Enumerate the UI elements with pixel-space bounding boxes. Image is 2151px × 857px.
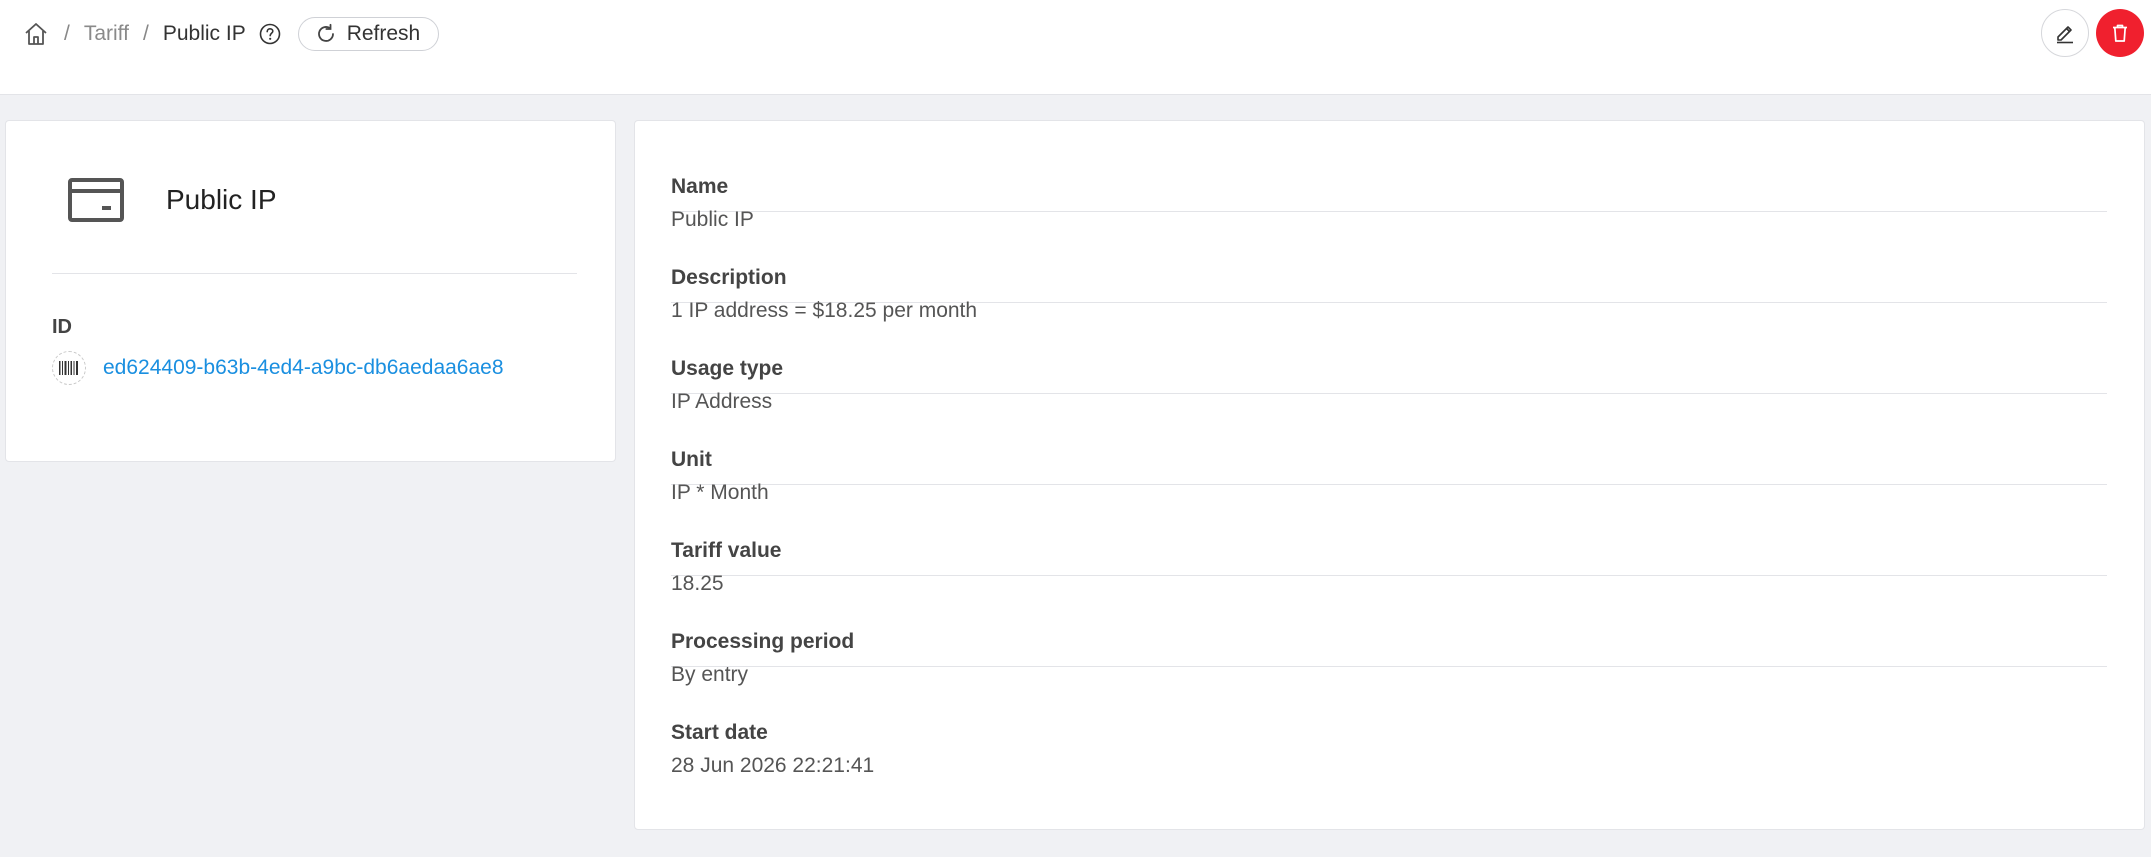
summary-divider [52,273,577,274]
barcode-icon [52,351,86,385]
id-label: ID [52,316,72,338]
summary-header: Public IP [52,166,577,234]
field-name: Name Public IP [671,121,2107,231]
edit-button[interactable] [2041,9,2089,57]
field-value: 28 Jun 2026 22:21:41 [671,754,875,777]
field-label: Unit [671,448,712,471]
breadcrumb-separator: / [142,22,149,45]
details-card: Name Public IP Description 1 IP address … [634,120,2145,830]
home-icon[interactable] [22,20,50,48]
summary-card: Public IP ID ed624409-b63b-4ed4-a9bc-db6… [5,120,616,462]
refresh-icon [315,23,337,45]
field-label: Start date [671,721,768,744]
summary-title: Public IP [166,184,277,215]
breadcrumb-tariff-link[interactable]: Tariff [84,22,129,46]
field-tariff-value: Tariff value 18.25 [671,485,2107,595]
trash-icon [2109,22,2131,44]
page-header: / Tariff / Public IP Refresh [0,0,2151,95]
id-value-link[interactable]: ed624409-b63b-4ed4-a9bc-db6aedaa6ae8 [103,356,504,380]
field-usage-type: Usage type IP Address [671,303,2107,413]
field-start-date: Start date 28 Jun 2026 22:21:41 [671,667,2107,777]
breadcrumb-current: Public IP [162,22,246,45]
field-description: Description 1 IP address = $18.25 per mo… [671,212,2107,322]
refresh-button[interactable]: Refresh [297,17,440,51]
field-label: Usage type [671,357,784,380]
field-label: Tariff value [671,539,782,562]
id-row: ed624409-b63b-4ed4-a9bc-db6aedaa6ae8 [52,351,504,385]
field-label: Description [671,266,787,289]
field-label: Processing period [671,630,855,653]
field-label: Name [671,175,729,198]
pencil-icon [2054,22,2076,44]
breadcrumb-separator: / [64,22,70,45]
refresh-button-label: Refresh [346,22,421,45]
breadcrumb: / Tariff / Public IP Refresh [22,16,440,52]
field-unit: Unit IP * Month [671,394,2107,504]
field-processing-period: Processing period By entry [671,576,2107,686]
credit-card-icon [66,175,126,225]
delete-button[interactable] [2096,9,2144,57]
question-circle-icon[interactable] [258,22,282,46]
